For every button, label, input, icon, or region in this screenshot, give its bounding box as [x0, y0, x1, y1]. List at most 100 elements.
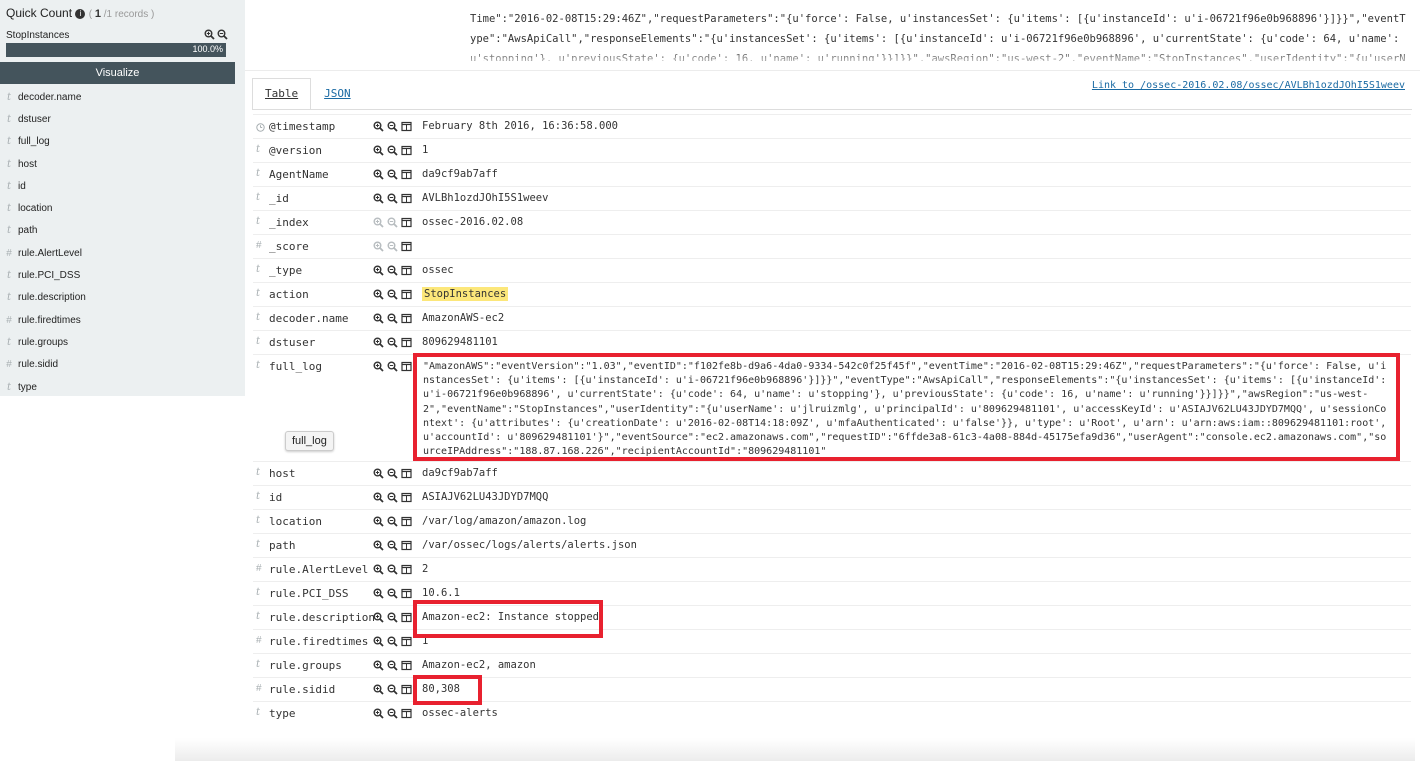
filter-for-value-icon[interactable] — [373, 145, 384, 156]
filter-for-value-icon[interactable] — [373, 468, 384, 479]
filter-out-value-icon[interactable] — [387, 217, 398, 228]
toggle-column-icon[interactable] — [401, 636, 412, 647]
toggle-column-icon[interactable] — [401, 337, 412, 348]
filter-out-value-icon[interactable] — [387, 492, 398, 503]
toggle-column-icon[interactable] — [401, 684, 412, 695]
filter-out-value-icon[interactable] — [387, 313, 398, 324]
filter-for-value-icon[interactable] — [373, 217, 384, 228]
toggle-column-icon[interactable] — [401, 564, 412, 575]
filter-for-value-icon[interactable] — [373, 492, 384, 503]
info-icon[interactable]: i — [75, 9, 86, 19]
sidebar-field-item[interactable]: t decoder.name — [0, 86, 245, 108]
tab-json[interactable]: JSON — [311, 78, 364, 110]
toggle-column-icon[interactable] — [401, 361, 412, 372]
sidebar-field-name: dstuser — [18, 113, 51, 125]
sidebar-field-item[interactable]: t rule.PCI_DSS — [0, 264, 245, 286]
string-type-icon: t — [256, 264, 261, 275]
filter-for-value-icon[interactable] — [373, 193, 384, 204]
filter-out-value-icon[interactable] — [387, 636, 398, 647]
toggle-column-icon[interactable] — [401, 121, 412, 132]
filter-for-value-icon[interactable] — [373, 289, 384, 300]
table-row: t path/var/ossec/logs/alerts/alerts.json — [253, 533, 1411, 557]
filter-out-value-icon[interactable] — [387, 169, 398, 180]
sidebar-field-item[interactable]: t host — [0, 153, 245, 175]
sidebar-field-item[interactable]: # rule.firedtimes — [0, 309, 245, 331]
sidebar-field-item[interactable]: t full_log — [0, 131, 245, 153]
filter-for-value-icon[interactable] — [373, 636, 384, 647]
toggle-column-icon[interactable] — [401, 145, 412, 156]
field-name: rule.AlertLevel — [269, 563, 369, 576]
sidebar-field-item[interactable]: t rule.groups — [0, 331, 245, 353]
toggle-column-icon[interactable] — [401, 492, 412, 503]
filter-out-value-icon[interactable] — [387, 337, 398, 348]
zoom-in-icon[interactable] — [204, 29, 215, 40]
filter-out-value-icon[interactable] — [387, 660, 398, 671]
sidebar-field-item[interactable]: t id — [0, 175, 245, 197]
sidebar-field-item[interactable]: t path — [0, 220, 245, 242]
toggle-column-icon[interactable] — [401, 588, 412, 599]
toggle-column-icon[interactable] — [401, 193, 412, 204]
toggle-column-icon[interactable] — [401, 660, 412, 671]
filter-out-value-icon[interactable] — [387, 289, 398, 300]
toggle-column-icon[interactable] — [401, 708, 412, 719]
field-value: AVLBh1ozdJOhI5S1weev — [422, 192, 549, 204]
filter-out-value-icon[interactable] — [387, 241, 398, 252]
filter-for-value-icon[interactable] — [373, 313, 384, 324]
filter-for-value-icon[interactable] — [373, 241, 384, 252]
filter-for-value-icon[interactable] — [373, 337, 384, 348]
sidebar-field-item[interactable]: t location — [0, 197, 245, 219]
filter-for-value-icon[interactable] — [373, 612, 384, 623]
toggle-column-icon[interactable] — [401, 217, 412, 228]
string-type-icon: t — [6, 225, 12, 237]
filter-for-value-icon[interactable] — [373, 588, 384, 599]
filter-for-value-icon[interactable] — [373, 684, 384, 695]
toggle-column-icon[interactable] — [401, 612, 412, 623]
filter-for-value-icon[interactable] — [373, 516, 384, 527]
filter-out-value-icon[interactable] — [387, 121, 398, 132]
filter-for-value-icon[interactable] — [373, 708, 384, 719]
sidebar-field-name: rule.sidid — [18, 359, 59, 371]
filter-out-value-icon[interactable] — [387, 193, 398, 204]
sidebar-field-item[interactable]: # rule.sidid — [0, 354, 245, 376]
sidebar-field-name: rule.groups — [18, 336, 69, 348]
filter-for-value-icon[interactable] — [373, 265, 384, 276]
filter-for-value-icon[interactable] — [373, 169, 384, 180]
toggle-column-icon[interactable] — [401, 540, 412, 551]
toggle-column-icon[interactable] — [401, 313, 412, 324]
filter-for-value-icon[interactable] — [373, 361, 384, 372]
field-name: action — [269, 288, 309, 301]
filter-out-value-icon[interactable] — [387, 540, 398, 551]
filter-out-value-icon[interactable] — [387, 588, 398, 599]
filter-out-value-icon[interactable] — [387, 265, 398, 276]
filter-out-value-icon[interactable] — [387, 361, 398, 372]
filter-out-value-icon[interactable] — [387, 684, 398, 695]
filter-out-value-icon[interactable] — [387, 516, 398, 527]
zoom-out-icon[interactable] — [217, 29, 228, 40]
toggle-column-icon[interactable] — [401, 468, 412, 479]
sidebar-field-item[interactable]: t dstuser — [0, 108, 245, 130]
string-type-icon: t — [6, 292, 12, 304]
filter-out-value-icon[interactable] — [387, 564, 398, 575]
toggle-column-icon[interactable] — [401, 169, 412, 180]
filter-out-value-icon[interactable] — [387, 708, 398, 719]
filter-for-value-icon[interactable] — [373, 660, 384, 671]
toggle-column-icon[interactable] — [401, 241, 412, 252]
tab-table[interactable]: Table — [252, 78, 312, 110]
quick-count-value: StopInstances — [6, 30, 70, 41]
sidebar-field-item[interactable]: t rule.description — [0, 287, 245, 309]
row-action-icons — [373, 193, 412, 204]
toggle-column-icon[interactable] — [401, 265, 412, 276]
toggle-column-icon[interactable] — [401, 289, 412, 300]
visualize-button[interactable]: Visualize — [0, 62, 235, 84]
field-name: rule.description — [269, 611, 375, 624]
filter-out-value-icon[interactable] — [387, 612, 398, 623]
sidebar-field-item[interactable]: # rule.AlertLevel — [0, 242, 245, 264]
sidebar-field-item[interactable]: t type — [0, 376, 245, 398]
filter-for-value-icon[interactable] — [373, 564, 384, 575]
filter-out-value-icon[interactable] — [387, 468, 398, 479]
filter-out-value-icon[interactable] — [387, 145, 398, 156]
toggle-column-icon[interactable] — [401, 516, 412, 527]
filter-for-value-icon[interactable] — [373, 540, 384, 551]
document-link[interactable]: Link to /ossec-2016.02.08/ossec/AVLBh1oz… — [1092, 80, 1405, 91]
filter-for-value-icon[interactable] — [373, 121, 384, 132]
